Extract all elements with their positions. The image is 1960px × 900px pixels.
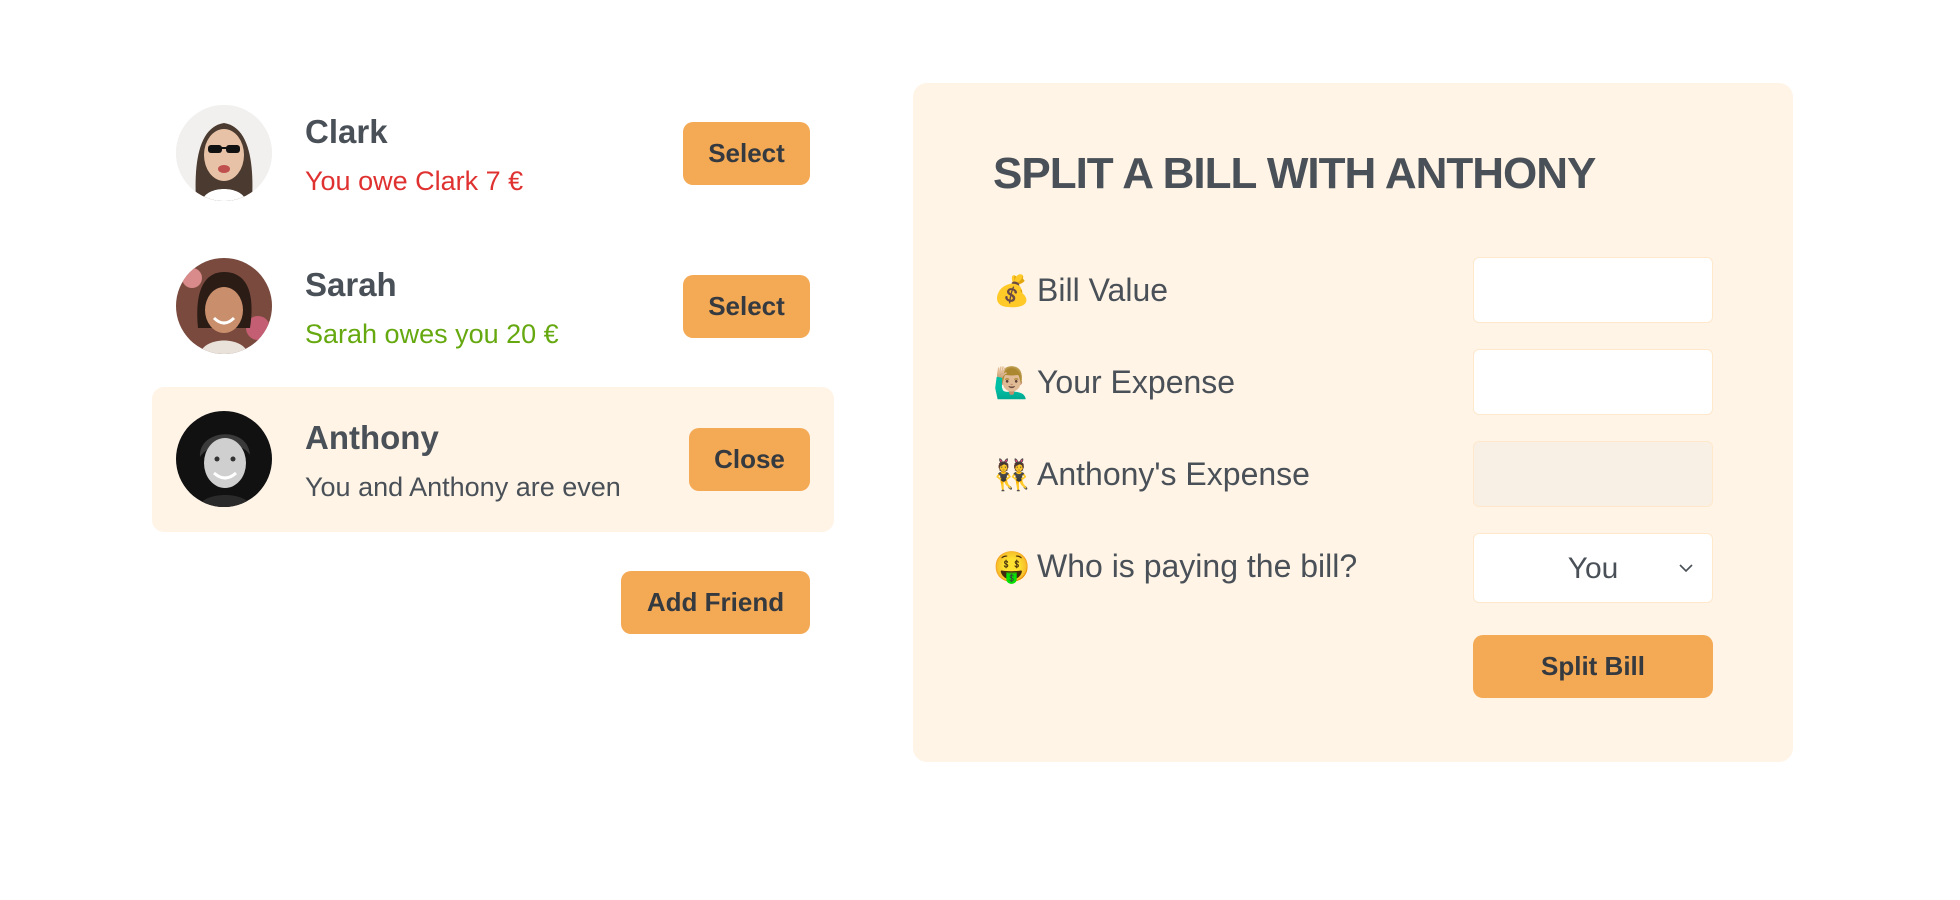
- friend-balance: You owe Clark 7 €: [305, 166, 524, 196]
- raising-hand-icon: 🙋🏼‍♂️: [993, 367, 1031, 400]
- payer-row: 🤑 Who is paying the bill? You: [993, 533, 1713, 603]
- friend-expense-input: [1473, 441, 1713, 507]
- friend-name: Sarah: [305, 266, 397, 303]
- avatar-clark: [176, 105, 272, 201]
- payer-select-value: You: [1567, 552, 1619, 585]
- select-sarah-button[interactable]: Select: [683, 275, 810, 338]
- select-clark-button[interactable]: Select: [683, 122, 810, 185]
- chevron-down-icon: [1679, 564, 1693, 573]
- add-friend-button[interactable]: Add Friend: [621, 571, 810, 634]
- bill-value-input[interactable]: [1473, 257, 1713, 323]
- your-expense-input[interactable]: [1473, 349, 1713, 415]
- your-expense-label: 🙋🏼‍♂️ Your Expense: [993, 349, 1235, 415]
- avatar-sarah-image: [176, 258, 272, 354]
- friend-expense-label: 👯 Anthony's Expense: [993, 441, 1310, 507]
- friend-name: Anthony: [305, 419, 439, 456]
- friend-name: Clark: [305, 113, 388, 150]
- friend-item-clark: Clark You owe Clark 7 € Select: [152, 81, 834, 226]
- form-title: SPLIT A BILL WITH ANTHONY: [993, 149, 1596, 198]
- your-expense-row: 🙋🏼‍♂️ Your Expense: [993, 349, 1713, 415]
- split-bill-form: SPLIT A BILL WITH ANTHONY 💰 Bill Value 🙋🏼…: [913, 83, 1793, 762]
- money-mouth-face-icon: 🤑: [993, 551, 1031, 584]
- money-bag-icon: 💰: [993, 275, 1031, 308]
- friend-expense-row: 👯 Anthony's Expense: [993, 441, 1713, 507]
- avatar-anthony-image: [176, 411, 272, 507]
- friends-sidebar: Clark You owe Clark 7 € Select Sarah Sar…: [152, 81, 834, 634]
- bill-value-label: 💰 Bill Value: [993, 257, 1168, 323]
- avatar-sarah: [176, 258, 272, 354]
- bill-value-label-text: Bill Value: [1037, 272, 1169, 308]
- friend-item-sarah: Sarah Sarah owes you 20 € Select: [152, 234, 834, 379]
- friend-expense-label-text: Anthony's Expense: [1037, 456, 1310, 492]
- close-anthony-button[interactable]: Close: [689, 428, 810, 491]
- dancers-icon: 👯: [993, 459, 1031, 492]
- bill-value-row: 💰 Bill Value: [993, 257, 1713, 323]
- avatar-clark-image: [176, 105, 272, 201]
- split-bill-button[interactable]: Split Bill: [1473, 635, 1713, 698]
- your-expense-label-text: Your Expense: [1037, 364, 1236, 400]
- friend-balance: You and Anthony are even: [305, 472, 621, 502]
- avatar-anthony: [176, 411, 272, 507]
- friend-item-anthony: Anthony You and Anthony are even Close: [152, 387, 834, 532]
- payer-select[interactable]: You: [1473, 533, 1713, 603]
- eat-n-split-app: Clark You owe Clark 7 € Select Sarah Sar…: [0, 0, 1960, 900]
- friend-list: Clark You owe Clark 7 € Select Sarah Sar…: [152, 81, 834, 532]
- friend-balance: Sarah owes you 20 €: [305, 319, 559, 349]
- payer-label: 🤑 Who is paying the bill?: [993, 533, 1357, 599]
- payer-label-text: Who is paying the bill?: [1037, 548, 1358, 584]
